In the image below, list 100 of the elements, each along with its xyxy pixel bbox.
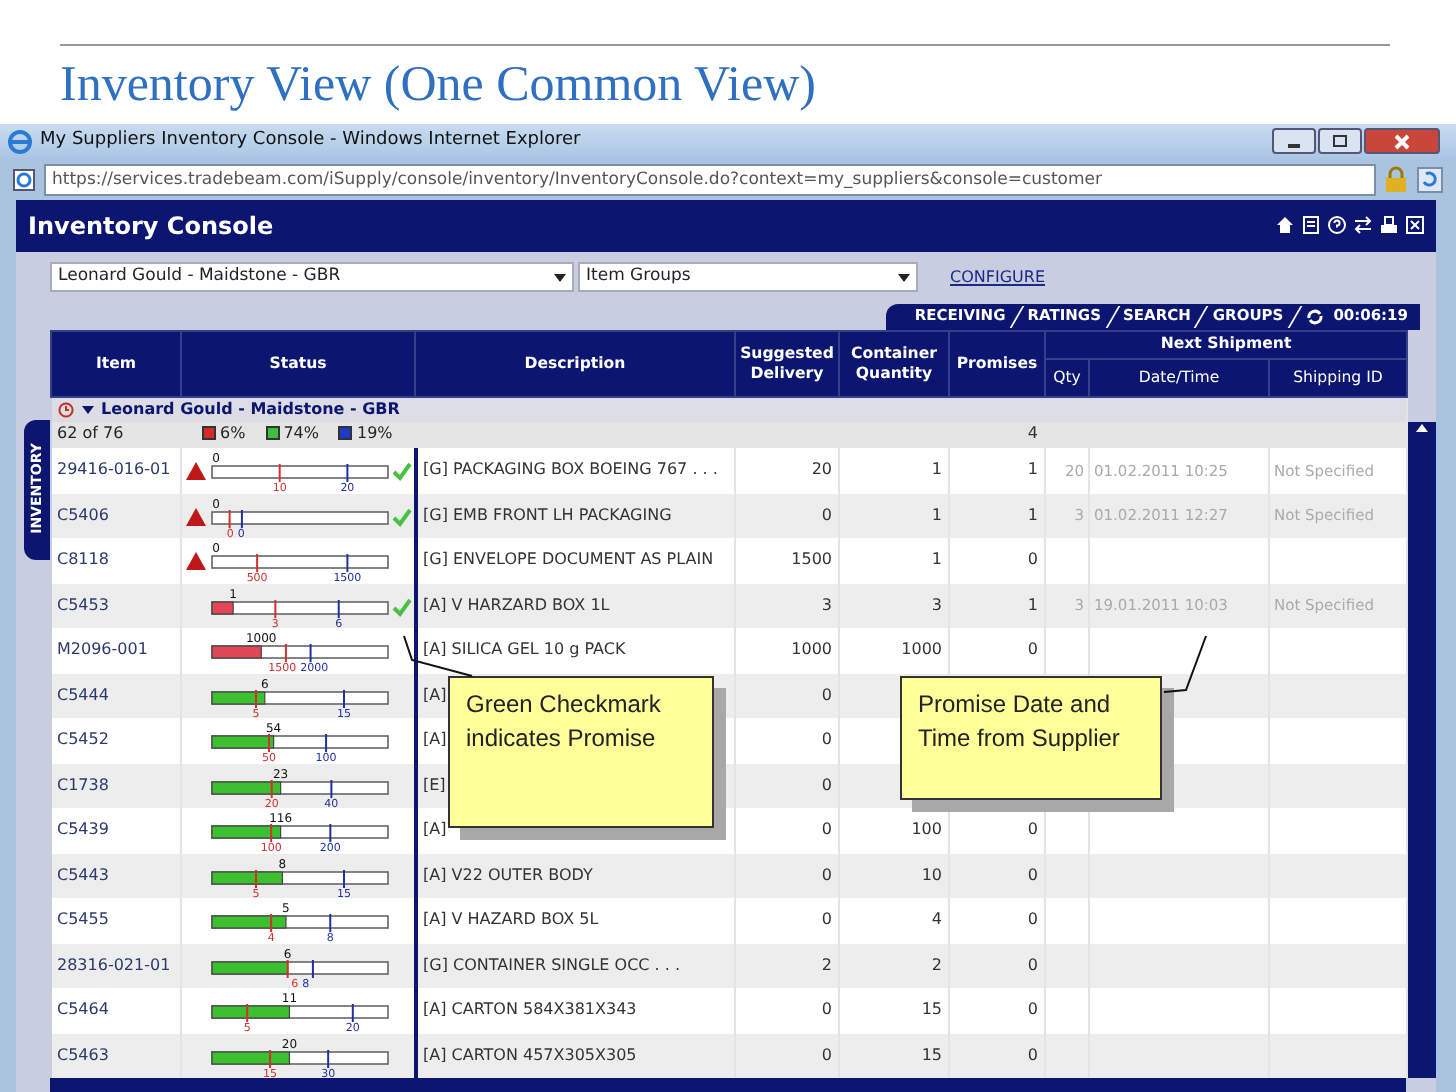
promise-count: 0 [949,1033,1045,1078]
max-tick [329,823,332,844]
item-code[interactable]: C5463 [51,1033,181,1078]
description: [G] ENVELOPE DOCUMENT AS PLAIN [415,538,735,583]
suggested-delivery: 2 [735,943,839,988]
container-quantity: 1 [839,448,949,493]
max-tick [311,958,314,979]
item-code[interactable]: 29416-016-01 [51,448,181,493]
item-code[interactable]: C5444 [51,673,181,718]
promise-count: 0 [949,628,1045,673]
container-quantity: 15 [839,1033,949,1078]
configure-link[interactable]: CONFIGURE [950,265,1045,289]
address-field[interactable]: https://services.tradebeam.com/iSupply/console/inventory/InventoryConsole.do?context=my_suppliers&console=customer [44,163,1376,196]
suggested-delivery: 0 [735,1033,839,1078]
item-code[interactable]: C5453 [51,583,181,628]
min-tick [268,733,271,754]
max-tick [309,643,312,664]
min-tick [255,868,257,889]
min-tick [286,958,289,979]
help-icon[interactable] [1328,216,1346,234]
close-button[interactable] [1364,128,1440,155]
home-icon[interactable] [1276,216,1294,234]
description: [G] CONTAINER SINGLE OCC . . . [415,943,735,988]
lock-icon [1384,165,1408,194]
caret-icon[interactable] [81,403,93,415]
suggested-delivery: 0 [735,493,839,538]
suggested-delivery: 0 [735,898,839,943]
item-code[interactable]: C5443 [51,853,181,898]
min-tick [274,598,277,619]
caret-icon [898,273,910,281]
close-icon[interactable] [1406,216,1424,234]
container-quantity: 15 [839,988,949,1033]
promise-count: 1 [949,583,1045,628]
suggested-delivery: 0 [735,853,839,898]
item-code[interactable]: C5452 [51,718,181,763]
min-tick [270,913,273,934]
container-quantity: 1000 [839,628,949,673]
min-tick [278,463,281,484]
suggested-delivery: 0 [735,988,839,1033]
item-code[interactable]: C5455 [51,898,181,943]
container-quantity: 10 [839,853,949,898]
promise-count: 1 [949,493,1045,538]
max-tick [330,778,333,799]
browser-icon [8,129,32,154]
caret-icon [554,273,566,281]
min-tick [269,1048,272,1069]
min-tick [246,1003,249,1024]
description: [A] CARTON 457X305X305 [415,1033,735,1078]
min-tick [228,508,231,529]
item-code[interactable]: C5406 [51,493,181,538]
max-tick [351,1003,354,1024]
min-tick [270,778,273,799]
scroll-up-icon[interactable] [1414,421,1431,433]
description: [A] SILICA GEL 10 g PACK [415,628,735,673]
max-tick [327,1048,330,1069]
group-label: Leonard Gould - Maidstone - GBR [101,397,400,421]
promise-count: 0 [949,988,1045,1033]
item-code[interactable]: C1738 [51,763,181,808]
min-tick [255,688,257,709]
legend-label: 19% [356,421,393,445]
container-quantity: 4 [839,898,949,943]
horizontal-scrollbar[interactable] [50,1078,1406,1092]
item-groups-dropdown[interactable]: Item Groups [578,262,918,292]
min-tick [256,553,259,574]
description: [G] PACKAGING BOX BOEING 767 . . . [415,448,735,493]
suggested-delivery: 1000 [735,628,839,673]
window-title: My Suppliers Inventory Console - Windows Internet Explorer [40,128,581,155]
promise-count: 0 [949,538,1045,583]
promise-count: 0 [949,853,1045,898]
item-code[interactable]: C5439 [51,808,181,853]
max-tick [343,688,345,709]
max-tick [343,868,345,889]
description: [A] V22 OUTER BODY [415,853,735,898]
minimize-button[interactable] [1272,128,1316,155]
item-code[interactable]: C8118 [51,538,181,583]
promise-count: 1 [949,448,1045,493]
description: [A] CARTON 584X381X343 [415,988,735,1033]
clock-icon [57,401,73,417]
console-title: Inventory Console [28,209,274,243]
suggested-delivery: 0 [735,763,839,808]
supplier-dropdown[interactable]: Leonard Gould - Maidstone - GBR [50,262,574,292]
max-tick [337,598,340,619]
item-code[interactable]: M2096-001 [51,628,181,673]
suggested-delivery: 0 [735,808,839,853]
slide-title: Inventory View (One Common View) [60,56,816,116]
print-icon[interactable] [1380,216,1398,234]
maximize-button[interactable] [1318,128,1362,155]
max-tick [329,913,332,934]
suggested-delivery: 0 [735,673,839,718]
promise-count: 0 [949,898,1045,943]
item-code[interactable]: C5464 [51,988,181,1033]
description: [G] EMB FRONT LH PACKAGING [415,493,735,538]
item-code[interactable]: 28316-021-01 [51,943,181,988]
vertical-scrollbar[interactable] [1408,421,1436,1078]
max-tick [346,553,349,574]
swap-icon[interactable] [1354,216,1372,234]
min-tick [270,823,273,844]
max-tick [325,733,328,754]
document-icon[interactable] [1302,216,1320,234]
promise-count: 0 [949,808,1045,853]
